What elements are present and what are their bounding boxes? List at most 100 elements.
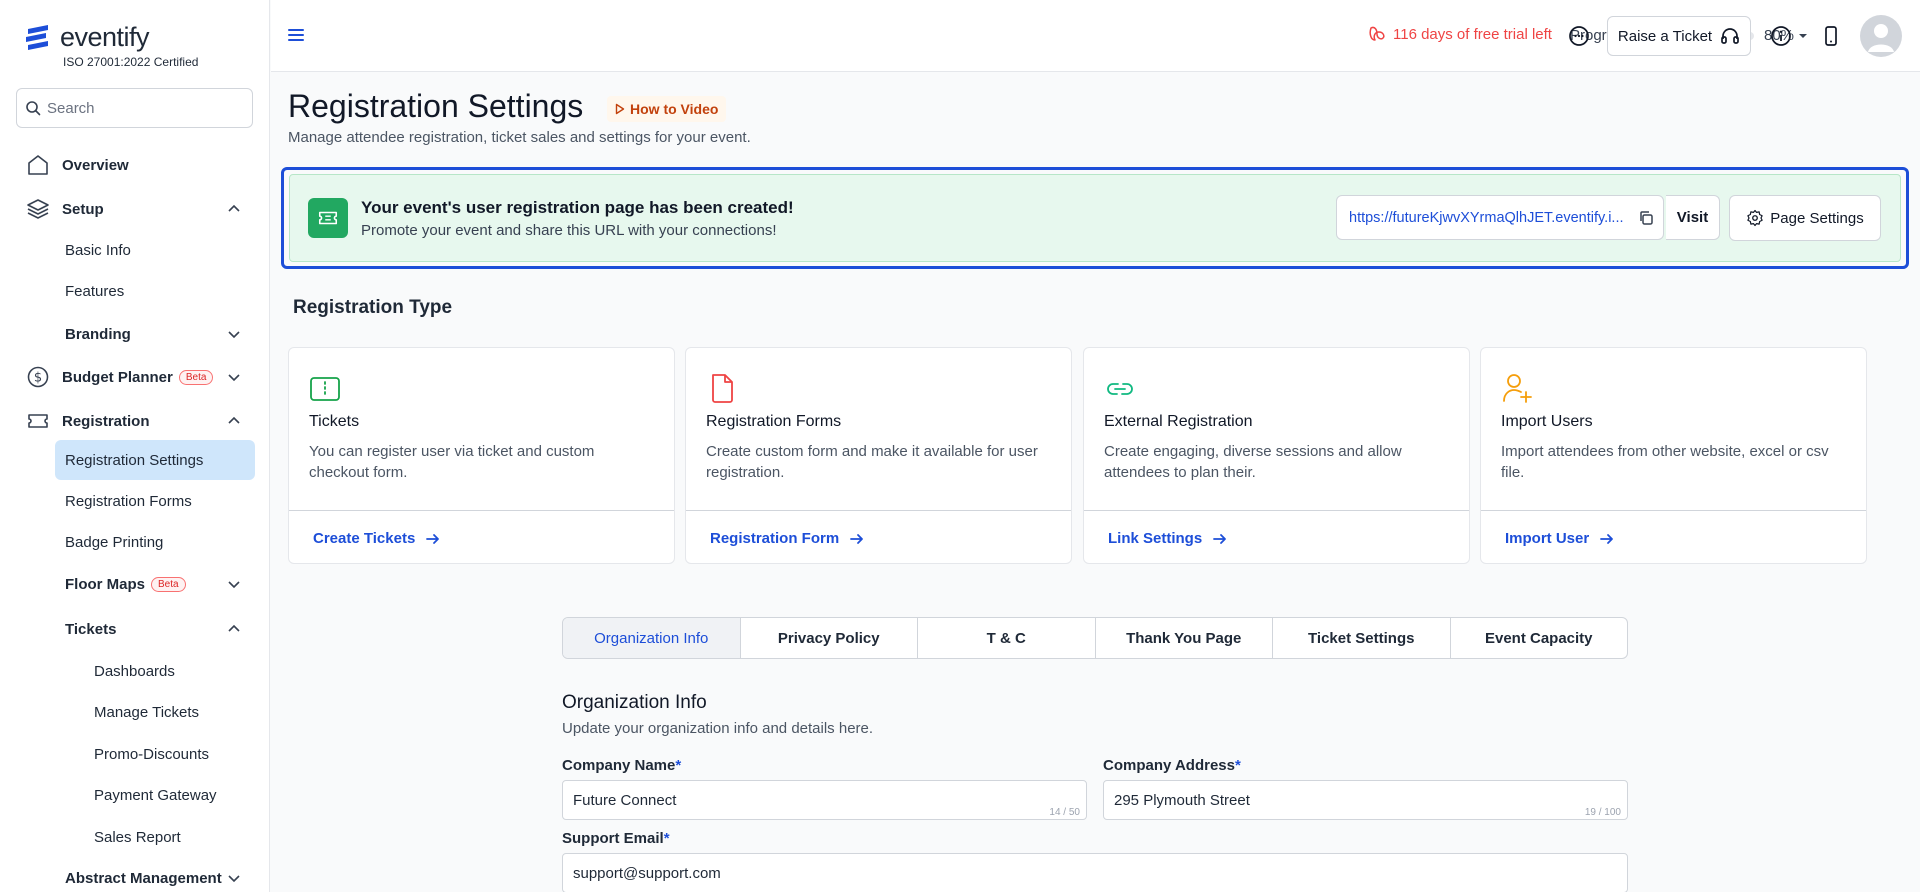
card-title: External Registration: [1104, 413, 1253, 430]
sidebar-item-registration-settings[interactable]: [55, 440, 255, 480]
sidebar-item-promo-discounts[interactable]: Promo-Discounts: [0, 736, 269, 772]
arrow-right-icon: [850, 533, 864, 544]
file-icon: [712, 374, 733, 403]
arrow-right-icon: [1213, 533, 1227, 544]
sidebar-item-overview[interactable]: Overview: [0, 147, 269, 183]
sidebar-item-label: Basic Info: [65, 241, 131, 259]
sidebar-item-dashboards[interactable]: Dashboards: [0, 653, 269, 689]
company-name-input[interactable]: [563, 781, 1086, 819]
sidebar-item-branding[interactable]: Branding: [0, 316, 269, 352]
caret-down-icon[interactable]: [1797, 31, 1809, 41]
sidebar: eventify ISO 27001:2022 Certified Overvi…: [0, 0, 270, 892]
company-address-field[interactable]: 19 / 100: [1103, 780, 1628, 820]
beta-badge: Beta: [178, 370, 214, 386]
form-title: Organization Info: [562, 692, 707, 713]
page-settings-label: Page Settings: [1770, 209, 1864, 227]
sidebar-item-manage-tickets[interactable]: Manage Tickets: [0, 694, 269, 730]
sidebar-item-label: Badge Printing: [65, 533, 164, 551]
play-icon: [615, 103, 625, 115]
company-name-label: Company Name*: [562, 757, 681, 774]
page-subtitle: Manage attendee registration, ticket sal…: [288, 129, 751, 146]
link-icon: [1107, 383, 1133, 395]
sidebar-item-registration-forms[interactable]: Registration Forms: [0, 483, 269, 519]
sidebar-item-badge-printing[interactable]: Badge Printing: [0, 524, 269, 560]
tab-thank-you-page[interactable]: Thank You Page: [1096, 618, 1273, 658]
settings-tabs: Organization Info Privacy Policy T & C T…: [562, 617, 1628, 659]
support-email-label-text: Support Email: [562, 830, 664, 847]
menu-icon[interactable]: [287, 26, 305, 44]
chevron-down-icon: [228, 331, 240, 339]
search-input[interactable]: [47, 99, 237, 117]
tab-ticket-settings[interactable]: Ticket Settings: [1273, 618, 1451, 658]
sidebar-item-registration[interactable]: Registration: [0, 403, 269, 439]
sidebar-item-label: Sales Report: [94, 828, 181, 846]
user-plus-icon: [1503, 374, 1532, 403]
raise-ticket-label: Raise a Ticket: [1617, 27, 1713, 45]
how-to-video-label: How to Video: [630, 101, 719, 117]
card-title: Tickets: [309, 413, 360, 430]
import-user-link[interactable]: Import User: [1505, 530, 1615, 547]
sidebar-item-floor-maps[interactable]: Floor Maps Beta: [0, 566, 269, 602]
sidebar-item-tickets[interactable]: Tickets: [0, 611, 269, 647]
required-mark: *: [675, 757, 682, 774]
link-settings-link[interactable]: Link Settings: [1108, 530, 1228, 547]
card-description: Create custom form and make it available…: [706, 443, 1038, 481]
banner-subtitle: Promote your event and share this URL wi…: [361, 222, 777, 239]
company-address-input[interactable]: [1104, 781, 1627, 819]
beta-badge: Beta: [151, 577, 186, 593]
tab-terms-conditions[interactable]: T & C: [918, 618, 1096, 658]
mobile-icon[interactable]: [1819, 24, 1843, 48]
chevron-up-icon: [228, 416, 240, 424]
card-import-users: Import Users Import attendees from other…: [1480, 347, 1867, 564]
company-name-label-text: Company Name: [562, 757, 676, 774]
sidebar-item-setup[interactable]: Setup: [0, 191, 269, 227]
sidebar-item-label: Setup: [62, 200, 104, 218]
tab-event-capacity[interactable]: Event Capacity: [1451, 618, 1628, 658]
tab-privacy-policy[interactable]: Privacy Policy: [741, 618, 918, 658]
sidebar-item-budget-planner[interactable]: $ Budget Planner Beta: [0, 359, 269, 395]
sidebar-item-label: Promo-Discounts: [94, 745, 210, 763]
sidebar-item-sales-report[interactable]: Sales Report: [0, 819, 269, 855]
tab-organization-info[interactable]: Organization Info: [563, 618, 741, 658]
registration-url[interactable]: https://futureKjwvXYrmaQlhJET.eventify.i…: [1349, 210, 1637, 226]
sidebar-item-basic-info[interactable]: Basic Info: [0, 232, 269, 268]
create-tickets-link[interactable]: Create Tickets: [313, 530, 441, 547]
floor-maps-label: Floor Maps: [65, 575, 146, 593]
support-email-field[interactable]: [562, 853, 1628, 892]
dollar-icon: $: [27, 366, 49, 388]
sidebar-item-abstract-management[interactable]: Abstract Management: [0, 860, 269, 892]
registration-form-link[interactable]: Registration Form: [710, 530, 865, 547]
sidebar-item-label: Overview: [62, 156, 129, 174]
page-settings-button[interactable]: Page Settings: [1729, 195, 1881, 241]
how-to-video-button[interactable]: How to Video: [607, 96, 727, 122]
copy-icon[interactable]: [1638, 210, 1654, 226]
brand-logo[interactable]: eventify: [24, 22, 150, 53]
user-avatar-icon: [1868, 24, 1894, 52]
layers-icon: [27, 199, 49, 219]
sidebar-item-label: Abstract Management: [65, 869, 222, 887]
support-email-input[interactable]: [563, 854, 1627, 892]
card-divider: [289, 510, 674, 511]
chat-icon[interactable]: [1567, 24, 1591, 48]
sidebar-item-label: Registration: [62, 412, 150, 430]
registration-url-field[interactable]: https://futureKjwvXYrmaQlhJET.eventify.i…: [1336, 195, 1664, 240]
company-name-field[interactable]: 14 / 50: [562, 780, 1087, 820]
card-description: Create engaging, diverse sessions and al…: [1104, 443, 1402, 481]
card-tickets: Tickets You can register user via ticket…: [288, 347, 675, 564]
chevron-down-icon: [228, 374, 240, 382]
sidebar-search[interactable]: [16, 88, 253, 128]
visit-label: Visit: [1676, 209, 1709, 226]
trial-icon: [1369, 26, 1385, 41]
visit-button[interactable]: Visit: [1666, 195, 1720, 240]
raise-ticket-button[interactable]: Raise a Ticket: [1607, 16, 1751, 56]
char-counter: 19 / 100: [1584, 807, 1621, 818]
card-registration-forms: Registration Forms Create custom form an…: [685, 347, 1072, 564]
ticket-icon: [318, 211, 338, 225]
avatar[interactable]: [1860, 15, 1902, 57]
sidebar-item-label: Tickets: [65, 620, 117, 638]
sidebar-item-features[interactable]: Features: [0, 273, 269, 309]
card-divider: [1481, 510, 1866, 511]
trial-text: 116 days of free trial left: [1393, 25, 1552, 43]
sidebar-item-payment-gateway[interactable]: Payment Gateway: [0, 777, 269, 813]
info-icon[interactable]: [1769, 24, 1793, 48]
